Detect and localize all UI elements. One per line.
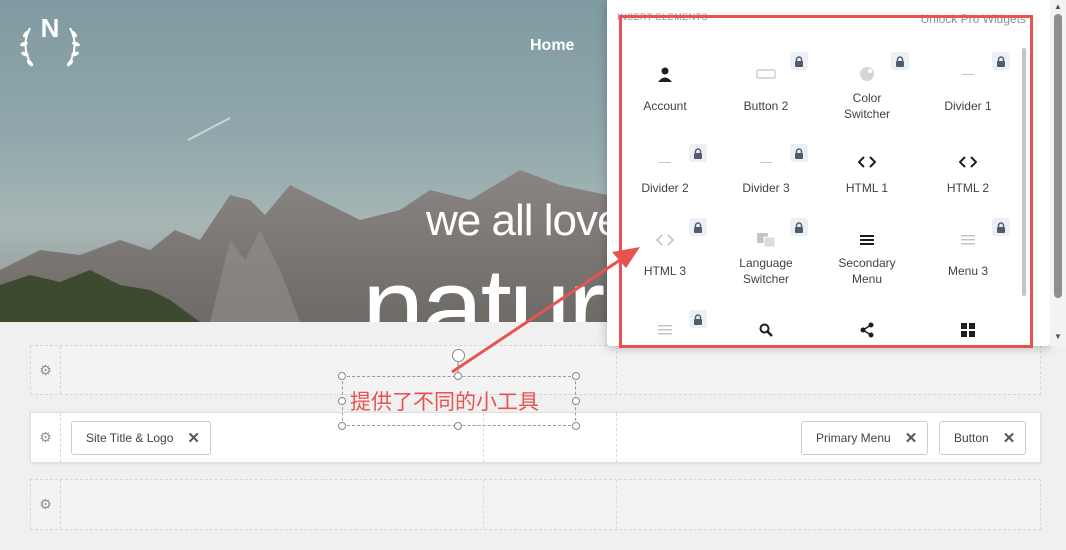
widget-html-1[interactable]: HTML 1 <box>817 138 917 220</box>
column-divider <box>616 413 617 462</box>
widget-label: Divider 3 <box>742 181 790 195</box>
lock-icon <box>992 52 1010 70</box>
widget-account[interactable]: Account <box>615 46 715 128</box>
chip-label: Site Title & Logo <box>86 431 174 445</box>
gear-icon[interactable]: ⚙ <box>31 346 61 394</box>
logo-letter: N <box>40 13 60 43</box>
chip-label: Button <box>954 431 989 445</box>
widget-divider-1[interactable]: Divider 1 <box>918 46 1018 128</box>
builder-row-bottom[interactable]: ⚙ <box>30 479 1041 530</box>
resize-handle[interactable] <box>454 422 462 430</box>
resize-handle[interactable] <box>572 422 580 430</box>
close-icon[interactable]: ✕ <box>187 429 200 447</box>
widget-label: HTML 3 <box>643 264 687 278</box>
hero-subtitle: we all love <box>426 196 621 245</box>
widget-color-switcher[interactable]: Color Switcher <box>817 46 917 128</box>
site-title-logo-chip[interactable]: Site Title & Logo ✕ <box>71 421 211 455</box>
annotation-text: 提供了不同的小工具 <box>350 390 539 414</box>
column-divider <box>616 480 617 529</box>
chip-label: Primary Menu <box>816 431 891 445</box>
widget-social[interactable] <box>817 308 917 338</box>
code-icon <box>918 152 1018 172</box>
menu-icon <box>817 230 917 250</box>
widget-label: Divider 2 <box>641 181 689 195</box>
widget-menu-locked[interactable] <box>615 308 715 338</box>
code-icon <box>817 152 917 172</box>
share-icon <box>817 320 917 340</box>
lock-icon <box>790 218 808 236</box>
panel-title: INSERT ELEMENTS <box>617 12 709 22</box>
widget-label: HTML 2 <box>946 181 990 195</box>
button-chip[interactable]: Button ✕ <box>939 421 1027 455</box>
widget-label: Language Switcher <box>739 256 793 286</box>
resize-handle[interactable] <box>454 372 462 380</box>
widget-language-switcher[interactable]: Language Switcher <box>716 218 816 302</box>
resize-handle[interactable] <box>572 397 580 405</box>
panel-scrollbar[interactable] <box>1022 48 1026 296</box>
scroll-up-icon[interactable]: ▲ <box>1054 2 1062 11</box>
insert-elements-panel: INSERT ELEMENTS Unlock Pro Widgets Accou… <box>607 0 1050 346</box>
widget-html-3[interactable]: HTML 3 <box>615 218 715 302</box>
hero-title: natur <box>362 245 605 323</box>
lock-icon <box>790 144 808 162</box>
lock-icon <box>689 310 707 328</box>
page-scrollbar[interactable]: ▲ ▼ <box>1050 0 1066 346</box>
scroll-thumb[interactable] <box>1054 14 1062 298</box>
lock-icon <box>992 218 1010 236</box>
resize-handle[interactable] <box>338 372 346 380</box>
widget-search[interactable] <box>716 308 816 338</box>
column-divider <box>616 346 617 394</box>
widget-menu-3[interactable]: Menu 3 <box>918 218 1018 302</box>
unlock-pro-link[interactable]: Unlock Pro Widgets <box>921 12 1026 26</box>
primary-menu-chip[interactable]: Primary Menu ✕ <box>801 421 929 455</box>
resize-handle[interactable] <box>572 372 580 380</box>
lock-icon <box>689 144 707 162</box>
user-icon <box>615 64 715 84</box>
gear-icon[interactable]: ⚙ <box>31 413 61 462</box>
widget-button-2[interactable]: Button 2 <box>716 46 816 128</box>
column-divider <box>483 480 484 529</box>
widget-label: HTML 1 <box>845 181 889 195</box>
widget-label: Secondary Menu <box>838 256 896 286</box>
widget-html-2[interactable]: HTML 2 <box>918 138 1018 220</box>
rotate-handle[interactable] <box>452 349 465 362</box>
resize-handle[interactable] <box>338 422 346 430</box>
grid-icon <box>918 320 1018 340</box>
search-icon <box>716 320 816 340</box>
widget-divider-2[interactable]: Divider 2 <box>615 138 715 220</box>
resize-handle[interactable] <box>338 397 346 405</box>
widget-label: Color Switcher <box>843 91 890 121</box>
scroll-down-icon[interactable]: ▼ <box>1054 332 1062 341</box>
widget-label: Account <box>643 99 687 113</box>
widget-label: Menu 3 <box>947 264 989 278</box>
gear-icon[interactable]: ⚙ <box>31 480 61 529</box>
widget-secondary-menu[interactable]: Secondary Menu <box>817 220 917 302</box>
lock-icon <box>891 52 909 70</box>
close-icon[interactable]: ✕ <box>1003 429 1016 447</box>
lock-icon <box>689 218 707 236</box>
widget-label: Divider 1 <box>944 99 992 113</box>
nav-home-link[interactable]: Home <box>530 37 574 55</box>
widget-grid[interactable] <box>918 308 1018 338</box>
panel-header: INSERT ELEMENTS Unlock Pro Widgets <box>607 10 1050 26</box>
widget-divider-3[interactable]: Divider 3 <box>716 138 816 220</box>
close-icon[interactable]: ✕ <box>905 429 918 447</box>
lock-icon <box>790 52 808 70</box>
widget-label: Button 2 <box>743 99 789 113</box>
